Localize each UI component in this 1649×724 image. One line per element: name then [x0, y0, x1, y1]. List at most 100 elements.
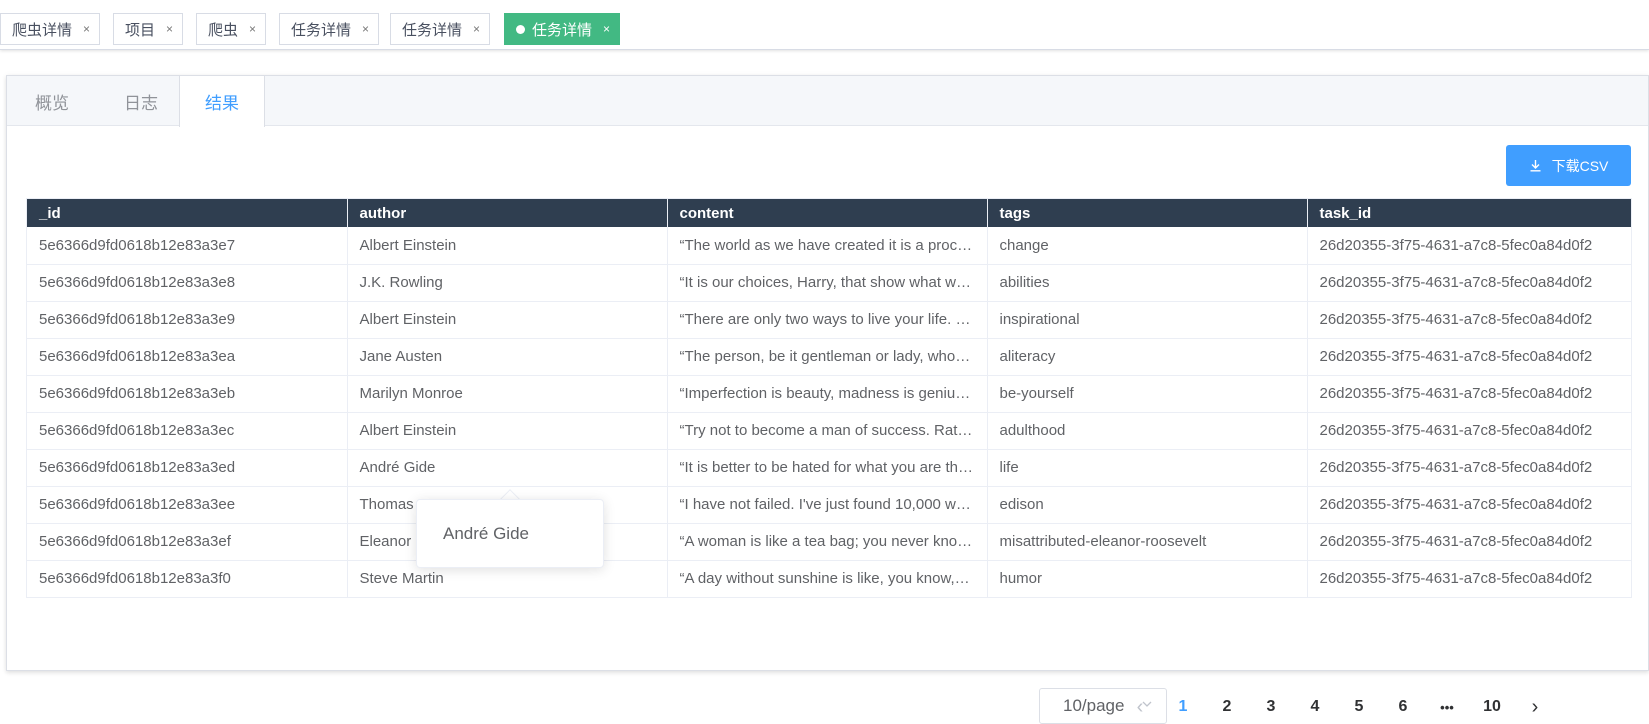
page-2[interactable]: 2 [1212, 694, 1242, 720]
table-cell-task_id[interactable]: 26d20355-3f75-4631-a7c8-5fec0a84d0f2 [1307, 375, 1631, 413]
table-cell-tags[interactable]: humor [987, 560, 1308, 597]
column-header[interactable]: _id [27, 199, 348, 227]
table-cell-id[interactable]: 5e6366d9fd0618b12e83a3ea [27, 338, 348, 376]
close-icon[interactable]: × [166, 22, 173, 36]
tab-overview[interactable]: 概览 [7, 76, 97, 126]
table-cell-id[interactable]: 5e6366d9fd0618b12e83a3ee [27, 486, 348, 524]
table-cell-author[interactable]: J.K. Rowling [347, 264, 668, 302]
author-tooltip: André Gide [416, 499, 604, 568]
active-dot-icon [516, 24, 525, 34]
table-cell-task_id[interactable]: 26d20355-3f75-4631-a7c8-5fec0a84d0f2 [1307, 449, 1631, 487]
column-header[interactable]: content [667, 199, 988, 227]
table-row[interactable]: 5e6366d9fd0618b12e83a3ea Jane Austen “The … [27, 338, 1631, 376]
page-3[interactable]: 3 [1256, 694, 1286, 720]
table-row[interactable]: 5e6366d9fd0618b12e83a3e9 Albert Einstein “… [27, 301, 1631, 339]
table-cell-task_id[interactable]: 26d20355-3f75-4631-a7c8-5fec0a84d0f2 [1307, 227, 1631, 265]
table-cell-author[interactable]: Albert Einstein [347, 412, 668, 450]
table-cell-author[interactable]: Marilyn Monroe [347, 375, 668, 413]
table-cell-content[interactable]: “It is better to be hated for what you a… [667, 449, 988, 487]
table-cell-author[interactable]: Jane Austen [347, 338, 668, 376]
table-cell-id[interactable]: 5e6366d9fd0618b12e83a3e8 [27, 264, 348, 302]
table-row[interactable]: 5e6366d9fd0618b12e83a3e7 Albert Einstein “… [27, 227, 1631, 265]
download-label: 下载CSV [1551, 157, 1609, 174]
page-size-value: 10/page [1063, 696, 1125, 715]
page-5[interactable]: 5 [1344, 694, 1374, 720]
tabs-header: 概览 日志 结果 [7, 76, 1648, 127]
table-cell-tags[interactable]: inspirational [987, 301, 1308, 339]
tag-spider-detail[interactable]: 爬虫详情 × [0, 13, 101, 45]
tag-task-detail-2[interactable]: 任务详情 × [390, 13, 491, 45]
table-cell-tags[interactable]: abilities [987, 264, 1308, 302]
table-cell-task_id[interactable]: 26d20355-3f75-4631-a7c8-5fec0a84d0f2 [1307, 338, 1631, 376]
table-cell-id[interactable]: 5e6366d9fd0618b12e83a3ec [27, 412, 348, 450]
prev-page-button[interactable]: ‹ [1125, 694, 1155, 720]
table-cell-content[interactable]: “There are only two ways to live your li… [667, 301, 988, 339]
table-cell-id[interactable]: 5e6366d9fd0618b12e83a3ef [27, 523, 348, 561]
table-row[interactable]: 5e6366d9fd0618b12e83a3ef Eleanor “A woman … [27, 523, 1631, 561]
close-icon[interactable]: × [603, 22, 610, 36]
table-cell-content[interactable]: “The person, be it gentleman or lady, wh… [667, 338, 988, 376]
tag-label: 任务详情 [532, 21, 593, 39]
table-cell-task_id[interactable]: 26d20355-3f75-4631-a7c8-5fec0a84d0f2 [1307, 412, 1631, 450]
tab-log[interactable]: 日志 [97, 76, 185, 126]
tab-results[interactable]: 结果 [179, 76, 265, 127]
table-cell-tags[interactable]: edison [987, 486, 1308, 524]
table-cell-tags[interactable]: life [987, 449, 1308, 487]
column-header[interactable]: tags [987, 199, 1308, 227]
tag-task-detail-active[interactable]: 任务详情 × [504, 13, 621, 45]
tooltip-text: André Gide [443, 523, 529, 543]
tag-project[interactable]: 项目 × [113, 13, 184, 45]
tag-task-detail-1[interactable]: 任务详情 × [279, 13, 380, 45]
tag-spider[interactable]: 爬虫 × [196, 13, 267, 45]
tag-label: 项目 [125, 21, 156, 39]
page-4[interactable]: 4 [1300, 694, 1330, 720]
table-cell-content[interactable]: “Try not to become a man of success. Rat… [667, 412, 988, 450]
table-row[interactable]: 5e6366d9fd0618b12e83a3e8 J.K. Rowling “It … [27, 264, 1631, 302]
results-table: _id author content tags task_id 5e6366d9… [26, 198, 1632, 598]
table-cell-id[interactable]: 5e6366d9fd0618b12e83a3e7 [27, 227, 348, 265]
table-cell-author[interactable]: Albert Einstein [347, 301, 668, 339]
close-icon[interactable]: × [473, 22, 480, 36]
table-cell-task_id[interactable]: 26d20355-3f75-4631-a7c8-5fec0a84d0f2 [1307, 301, 1631, 339]
table-cell-author[interactable]: Albert Einstein [347, 227, 668, 265]
table-cell-content[interactable]: “It is our choices, Harry, that show wha… [667, 264, 988, 302]
table-cell-tags[interactable]: aliteracy [987, 338, 1308, 376]
table-cell-content[interactable]: “I have not failed. I've just found 10,0… [667, 486, 988, 524]
table-row[interactable]: 5e6366d9fd0618b12e83a3ee Thomas “I have no… [27, 486, 1631, 524]
tag-label: 任务详情 [291, 21, 352, 39]
table-cell-task_id[interactable]: 26d20355-3f75-4631-a7c8-5fec0a84d0f2 [1307, 486, 1631, 524]
table-row[interactable]: 5e6366d9fd0618b12e83a3f0 Steve Martin “A d… [27, 560, 1631, 597]
table-cell-content[interactable]: “A day without sunshine is like, you kno… [667, 560, 988, 597]
table-cell-task_id[interactable]: 26d20355-3f75-4631-a7c8-5fec0a84d0f2 [1307, 560, 1631, 597]
page-6[interactable]: 6 [1388, 694, 1418, 720]
close-icon[interactable]: × [83, 22, 90, 36]
tag-label: 爬虫 [208, 21, 239, 39]
table-cell-id[interactable]: 5e6366d9fd0618b12e83a3e9 [27, 301, 348, 339]
table-cell-id[interactable]: 5e6366d9fd0618b12e83a3f0 [27, 560, 348, 597]
close-icon[interactable]: × [362, 22, 369, 36]
table-cell-author[interactable]: André Gide [347, 449, 668, 487]
column-header[interactable]: author [347, 199, 668, 227]
table-cell-tags[interactable]: be-yourself [987, 375, 1308, 413]
table-row[interactable]: 5e6366d9fd0618b12e83a3eb Marilyn Monroe “I… [27, 375, 1631, 413]
download-csv-button[interactable]: 下载CSV [1506, 145, 1631, 186]
tag-label: 爬虫详情 [12, 21, 73, 39]
table-cell-content[interactable]: “A woman is like a tea bag; you never kn… [667, 523, 988, 561]
page-10[interactable]: 10 [1477, 694, 1507, 720]
table-cell-task_id[interactable]: 26d20355-3f75-4631-a7c8-5fec0a84d0f2 [1307, 264, 1631, 302]
close-icon[interactable]: × [249, 22, 256, 36]
table-cell-tags[interactable]: change [987, 227, 1308, 265]
table-cell-content[interactable]: “Imperfection is beauty, madness is geni… [667, 375, 988, 413]
table-row[interactable]: 5e6366d9fd0618b12e83a3ec Albert Einstein “… [27, 412, 1631, 450]
table-cell-tags[interactable]: misattributed-eleanor-roosevelt [987, 523, 1308, 561]
table-cell-id[interactable]: 5e6366d9fd0618b12e83a3eb [27, 375, 348, 413]
table-cell-id[interactable]: 5e6366d9fd0618b12e83a3ed [27, 449, 348, 487]
table-cell-tags[interactable]: adulthood [987, 412, 1308, 450]
table-cell-content[interactable]: “The world as we have created it is a pr… [667, 227, 988, 265]
column-header[interactable]: task_id [1307, 199, 1631, 227]
table-cell-task_id[interactable]: 26d20355-3f75-4631-a7c8-5fec0a84d0f2 [1307, 523, 1631, 561]
page-1[interactable]: 1 [1168, 694, 1198, 720]
more-pages-ellipsis[interactable]: ••• [1432, 694, 1462, 720]
next-page-button[interactable]: › [1520, 694, 1550, 720]
table-row[interactable]: 5e6366d9fd0618b12e83a3ed André Gide “It is… [27, 449, 1631, 487]
